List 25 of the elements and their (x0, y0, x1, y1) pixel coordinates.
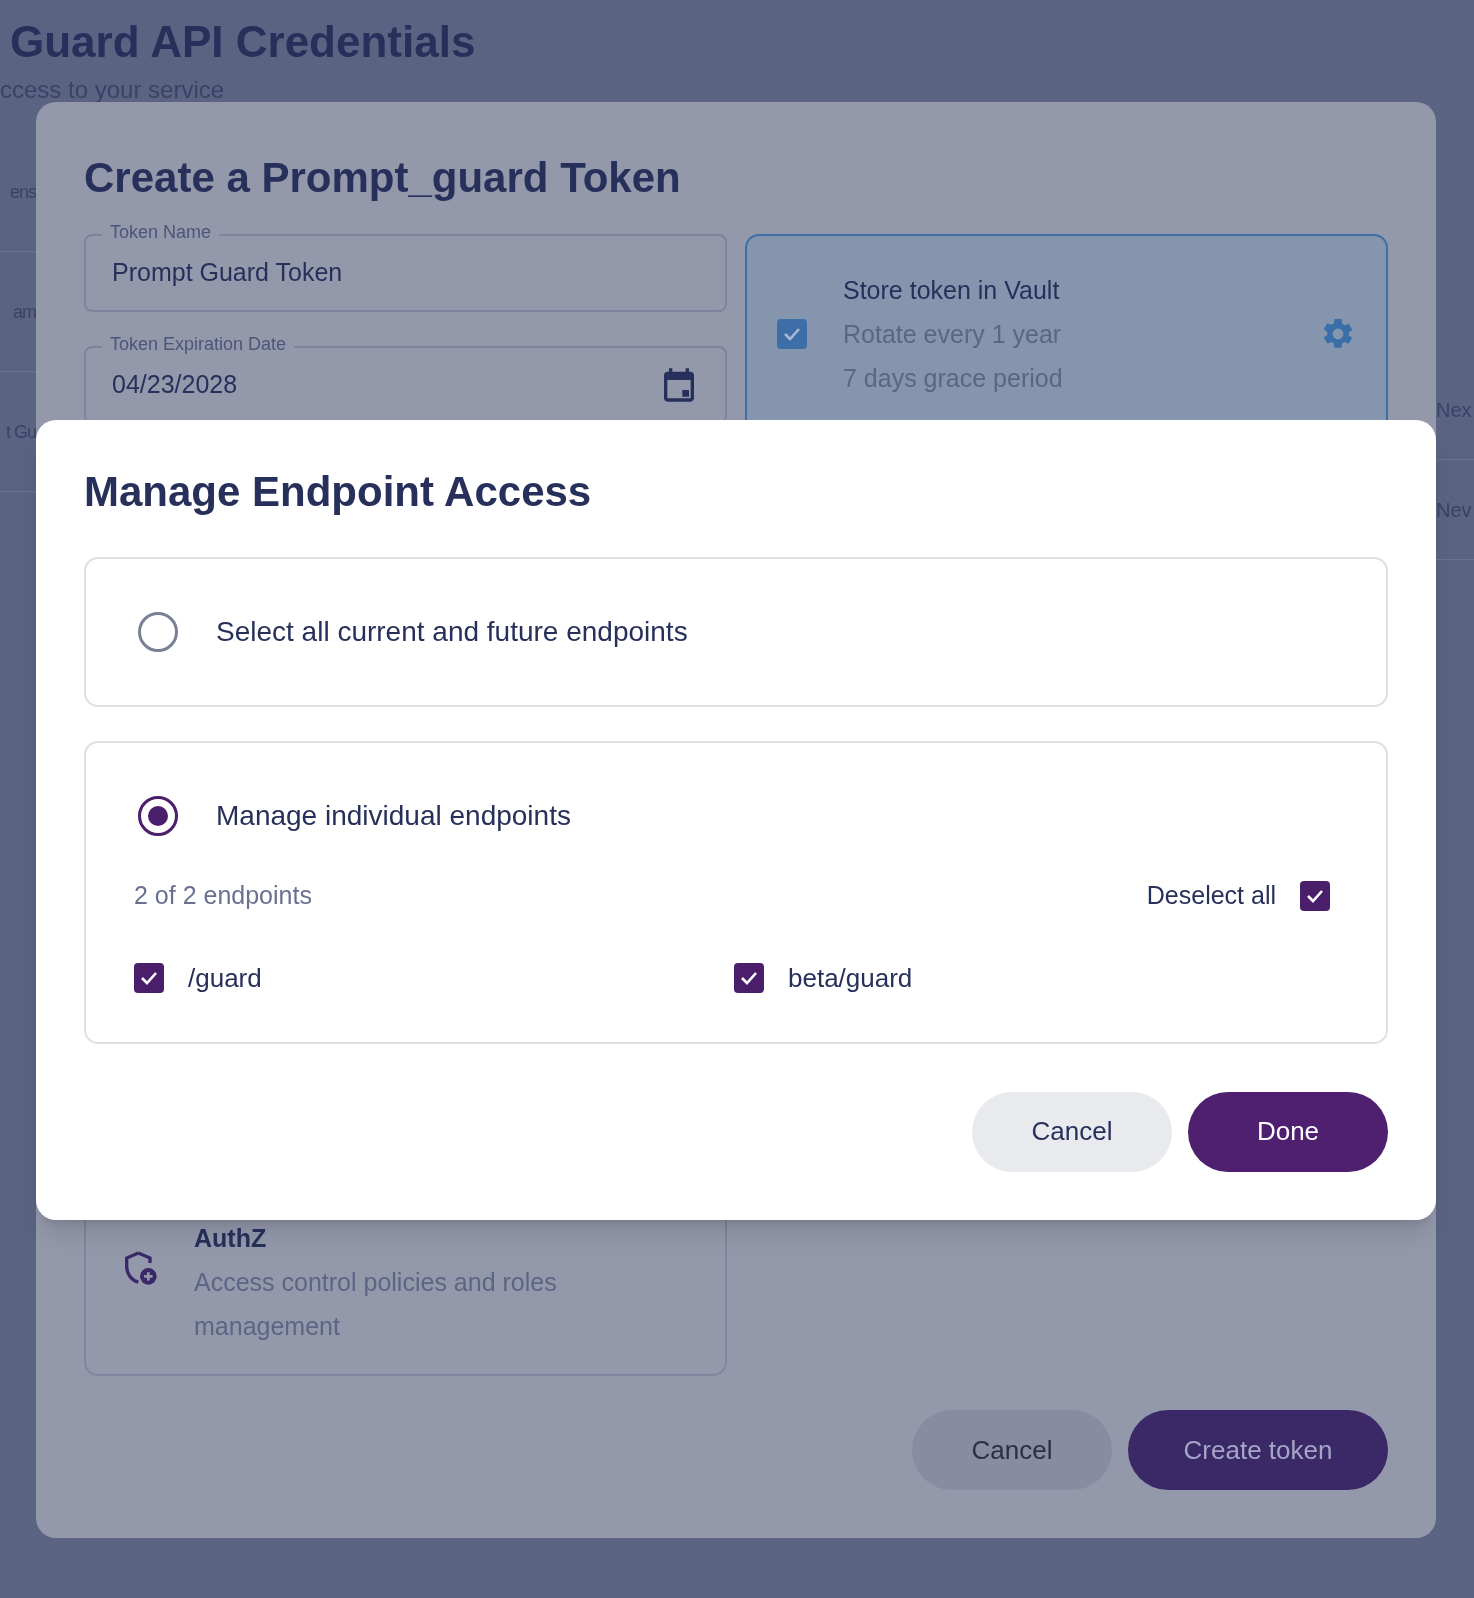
endpoint-path: beta/guard (788, 961, 913, 995)
field-label: Token Expiration Date (102, 334, 295, 354)
create-token-button[interactable]: Create token (1128, 1410, 1388, 1490)
endpoint-path: /guard (188, 961, 262, 995)
deselect-all-label[interactable]: Deselect all (1146, 877, 1276, 915)
done-button[interactable]: Done (1188, 1091, 1388, 1172)
endpoint-count: 2 of 2 endpoints (134, 880, 312, 911)
radio-button[interactable] (138, 612, 178, 652)
option-card[interactable]: Manage individual endpoints 2 of 2 endpoints Deselect all /guard beta/guard (84, 741, 1388, 1044)
deselect-all-checkbox[interactable] (1300, 880, 1330, 911)
option-label: Manage individual endpoints (216, 799, 571, 833)
option-card[interactable]: Select all current and future endpoints (84, 557, 1388, 707)
radio-button[interactable] (138, 796, 178, 836)
vault-checkbox[interactable] (777, 319, 807, 349)
field-value: 04/23/2028 (112, 369, 238, 401)
field-value: Prompt Guard Token (112, 257, 343, 289)
dialog-title: Manage Endpoint Access (84, 467, 593, 517)
vault-title: Store token in Vault (843, 275, 1061, 306)
cancel-button[interactable]: Cancel (912, 1410, 1112, 1490)
authz-title: AuthZ (194, 1223, 268, 1254)
dialog-title: Create a Prompt_guard Token (84, 153, 682, 203)
endpoint-checkbox[interactable] (734, 963, 764, 993)
option-label: Select all current and future endpoints (216, 615, 688, 649)
cancel-button[interactable]: Cancel (972, 1091, 1172, 1172)
endpoint-checkbox[interactable] (134, 963, 164, 993)
